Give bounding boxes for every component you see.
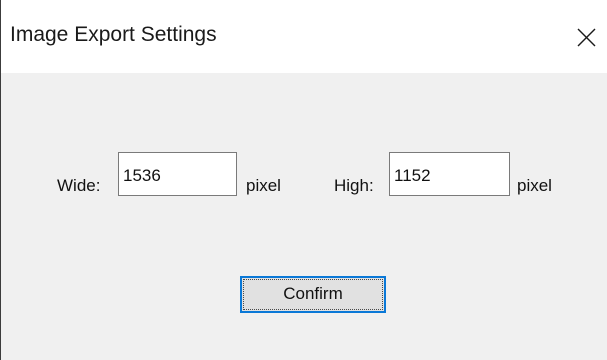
width-unit-label: pixel bbox=[246, 176, 281, 195]
height-input[interactable]: 1152 bbox=[389, 152, 510, 196]
width-input[interactable]: 1536 bbox=[118, 152, 237, 196]
close-icon bbox=[577, 28, 596, 47]
dialog-body: Wide: 1536 pixel High: 1152 pixel Confir… bbox=[1, 73, 607, 360]
width-label: Wide: bbox=[57, 176, 101, 195]
close-button[interactable] bbox=[567, 14, 607, 60]
confirm-button[interactable]: Confirm bbox=[240, 276, 386, 313]
confirm-button-label: Confirm bbox=[283, 284, 343, 303]
dialog-title: Image Export Settings bbox=[10, 23, 217, 46]
title-bar: Image Export Settings bbox=[1, 0, 607, 73]
image-export-dialog: Image Export Settings Wide: 1536 pixel H… bbox=[0, 0, 607, 360]
height-unit-label: pixel bbox=[517, 176, 552, 195]
height-label: High: bbox=[334, 176, 374, 195]
